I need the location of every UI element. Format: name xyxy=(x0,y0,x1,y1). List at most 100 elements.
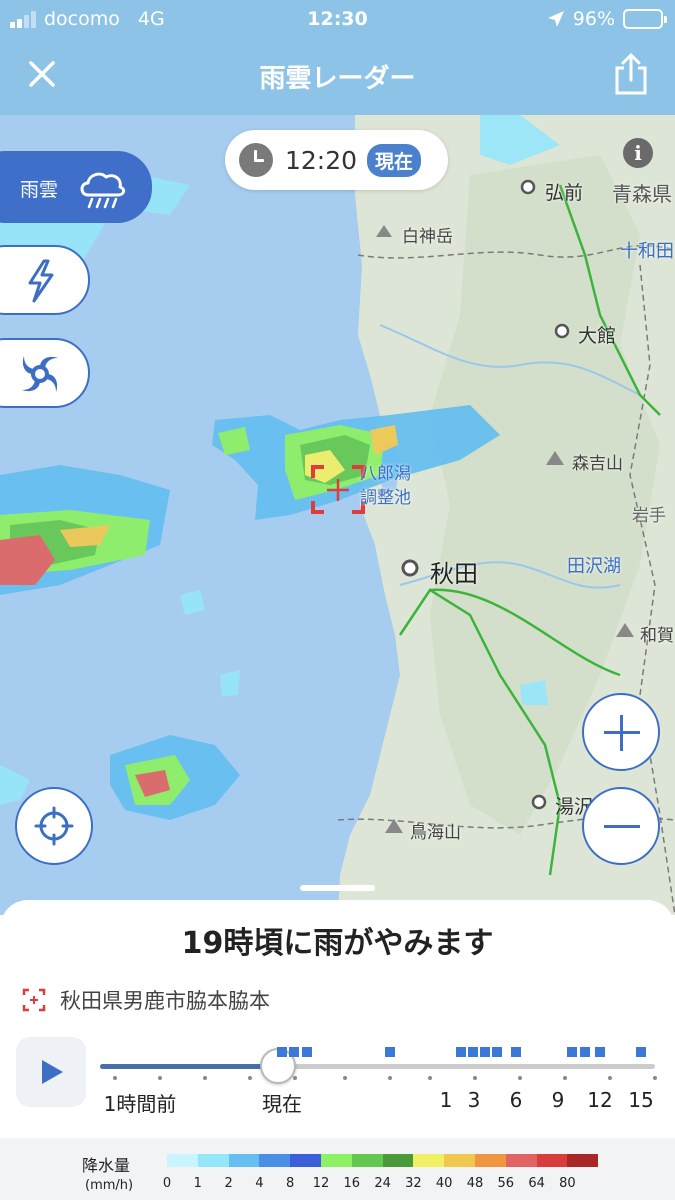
rain-forecast-marker xyxy=(385,1047,395,1057)
minus-icon[interactable] xyxy=(582,787,660,865)
status-right: 96% xyxy=(547,8,667,30)
timeline-dot xyxy=(653,1076,657,1080)
timeline-dot xyxy=(113,1076,117,1080)
drag-handle[interactable] xyxy=(300,885,375,891)
timeline-dot xyxy=(608,1076,612,1080)
legend-swatch xyxy=(320,1154,352,1167)
rain-forecast-marker xyxy=(456,1047,466,1057)
map-label-waga: 和賀 xyxy=(640,626,674,646)
play-button[interactable] xyxy=(16,1037,86,1107)
location-arrow-icon xyxy=(547,11,564,27)
legend-value: 40 xyxy=(435,1176,453,1191)
legend-swatch xyxy=(536,1154,568,1167)
timeline-dot xyxy=(293,1076,297,1080)
map-label-odate: 大館 xyxy=(578,325,617,347)
rain-forecast-marker xyxy=(289,1047,299,1057)
timeline-dot xyxy=(248,1076,252,1080)
legend-swatch xyxy=(228,1154,260,1167)
crosshair-icon xyxy=(34,806,74,846)
city-marker-yuzawa xyxy=(531,794,547,810)
timeline-dot xyxy=(343,1076,347,1080)
rain-forecast-marker xyxy=(480,1047,490,1057)
legend-swatch xyxy=(413,1154,445,1167)
legend-value: 56 xyxy=(497,1176,515,1191)
layer-button-typhoon[interactable] xyxy=(0,338,90,408)
rain-forecast-marker xyxy=(277,1047,287,1057)
precipitation-legend: 降水量 (mm/h) 0 1 2 4 8 12 16 24 32 40 48 56 64 80 xyxy=(0,1138,675,1200)
legend-unit: (mm/h) xyxy=(85,1178,134,1193)
timeline-dot xyxy=(428,1076,432,1080)
lightning-icon xyxy=(28,259,54,303)
timeline-dot xyxy=(473,1076,477,1080)
rain-forecast-marker xyxy=(468,1047,478,1057)
map-label-iwate: 岩手 xyxy=(632,506,666,526)
plus-icon[interactable] xyxy=(582,693,660,771)
legend-value: 16 xyxy=(343,1176,361,1191)
legend-value: 24 xyxy=(374,1176,391,1191)
legend-swatch xyxy=(474,1154,506,1167)
legend-swatch xyxy=(290,1154,321,1167)
info-icon[interactable]: i xyxy=(623,138,653,168)
rain-forecast-marker xyxy=(580,1047,590,1057)
map-label-towada: 十和田 xyxy=(620,241,674,262)
layer-button-lightning[interactable] xyxy=(0,245,90,315)
map-label-hirosaki: 弘前 xyxy=(545,182,584,204)
radar-map[interactable]: 弘前 青森県 白神岳 十和田 大館 森吉山 八郎潟 調整池 岩手 田沢湖 秋田 … xyxy=(0,115,675,915)
legend-swatch xyxy=(197,1154,229,1167)
legend-swatch xyxy=(167,1154,198,1167)
timeline-label: 3 xyxy=(467,1088,481,1112)
layer-button-rain[interactable]: 雨雲 xyxy=(0,151,152,223)
timeline-label: 6 xyxy=(509,1088,523,1112)
timeline-label: 1時間前 xyxy=(103,1092,177,1116)
map-label-moriyoshi: 森吉山 xyxy=(572,454,623,474)
timeline-dot xyxy=(203,1076,207,1080)
locate-icon[interactable] xyxy=(15,787,93,865)
legend-value: 80 xyxy=(559,1176,576,1191)
forecast-panel: 19時頃に雨がやみます 秋田県男鹿市脇本脇本 1時間前 現在 1 3 6 9 12 15 降水… xyxy=(0,885,675,1200)
status-bar: docomo 4G 12:30 96% xyxy=(0,6,675,34)
timeline-dot xyxy=(158,1076,162,1080)
city-marker-odate xyxy=(554,323,570,339)
rain-cloud-icon xyxy=(80,172,126,209)
clock-icon xyxy=(239,143,273,177)
legend-value: 1 xyxy=(193,1176,202,1191)
rain-forecast-marker xyxy=(636,1047,646,1057)
legend-swatch xyxy=(444,1154,475,1167)
forecast-headline: 19時頃に雨がやみます xyxy=(181,926,494,961)
battery-icon xyxy=(623,9,667,29)
legend-value: 0 xyxy=(162,1176,172,1191)
timeline-dot xyxy=(388,1076,392,1080)
header: docomo 4G 12:30 96% 雨雲レーダー xyxy=(0,0,675,115)
location-name: 秋田県男鹿市脇本脇本 xyxy=(60,989,270,1013)
share-icon[interactable] xyxy=(611,52,651,96)
map-label-tazawa: 田沢湖 xyxy=(567,556,621,577)
timeline-progress xyxy=(100,1064,278,1069)
city-marker-hirosaki xyxy=(520,179,536,195)
map-label-chokai: 鳥海山 xyxy=(410,823,461,843)
legend-value: 12 xyxy=(312,1176,330,1191)
layer-label-rain: 雨雲 xyxy=(20,179,59,201)
city-marker-akita xyxy=(401,559,419,577)
map-label-hachiro2: 調整池 xyxy=(360,488,411,508)
rain-forecast-marker xyxy=(492,1047,502,1057)
rain-forecast-marker xyxy=(302,1047,312,1057)
time-selector[interactable]: 12:20 現在 xyxy=(225,130,448,190)
battery-percent: 96% xyxy=(572,8,615,30)
legend-swatch xyxy=(259,1154,291,1167)
timeline-track xyxy=(100,1064,655,1069)
timeline-label: 現在 xyxy=(262,1092,302,1116)
legend-value: 4 xyxy=(255,1176,264,1191)
legend-title: 降水量 xyxy=(82,1156,131,1175)
timeline-label: 1 xyxy=(439,1088,453,1112)
legend-value: 32 xyxy=(405,1176,422,1191)
rain-forecast-marker xyxy=(595,1047,605,1057)
legend-swatch xyxy=(505,1154,537,1167)
typhoon-icon xyxy=(22,356,58,392)
map-label-hachiro1: 八郎潟 xyxy=(360,464,411,484)
timeline-dot xyxy=(518,1076,522,1080)
nav-bar: 雨雲レーダー xyxy=(0,48,675,104)
map-label-aomori: 青森県 xyxy=(612,182,672,206)
timeline-label: 15 xyxy=(628,1088,654,1112)
timeline-dot xyxy=(563,1076,567,1080)
timeline-slider[interactable]: 1時間前 現在 1 3 6 9 12 15 xyxy=(100,1036,660,1116)
